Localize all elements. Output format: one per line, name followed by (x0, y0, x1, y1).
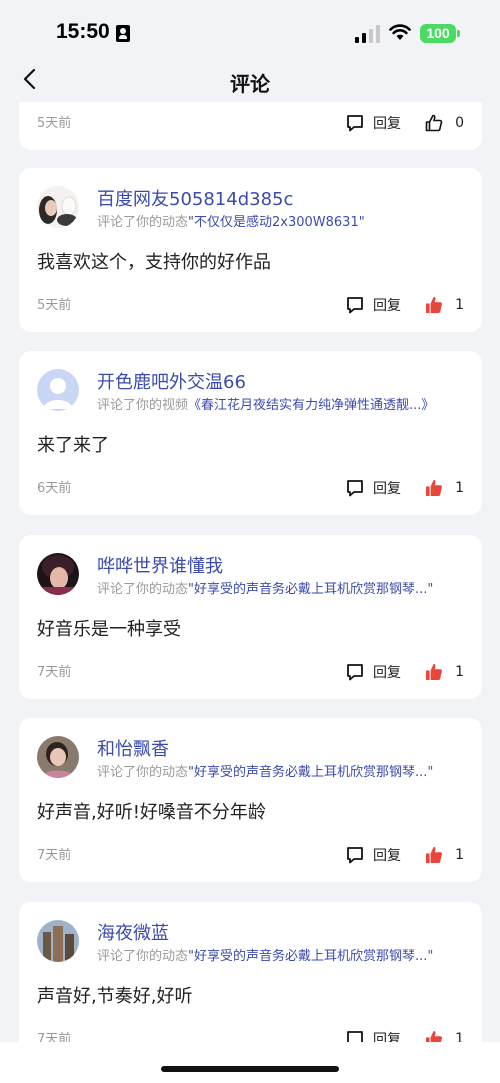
reply-label: 回复 (373, 298, 401, 314)
like-count: 1 (455, 847, 464, 863)
comment-content: 我喜欢这个，支持你的好作品 (37, 252, 271, 273)
avatar-image (37, 920, 79, 962)
like-button[interactable]: 1 (425, 661, 464, 683)
avatar[interactable] (37, 736, 79, 778)
comment-bubble-icon (347, 115, 363, 132)
battery-indicator: 100 (420, 24, 456, 43)
activity-prefix: 评论了你的动态 (97, 949, 189, 964)
comment-content: 好声音,好听!好嗓音不分年龄 (37, 802, 266, 823)
thumbs-up-filled-icon (426, 664, 443, 680)
comment-list[interactable]: 5天前 回复 0 百度网友505814d385c 评论了你的动态"不仅仅是感动2… (0, 102, 500, 1042)
avatar[interactable] (37, 553, 79, 595)
like-count: 1 (455, 297, 464, 313)
activity-line: 评论了你的动态"好享受的声音务必戴上耳机欣赏那钢琴..." (97, 945, 433, 964)
comment-bubble-icon (347, 847, 363, 864)
comment-time: 6天前 (37, 481, 72, 496)
reply-button[interactable]: 回复 (345, 477, 401, 499)
wifi-icon (389, 24, 411, 40)
comment-time: 5天前 (37, 298, 72, 313)
like-count: 1 (455, 1031, 464, 1042)
comment-card: 百度网友505814d385c 评论了你的动态"不仅仅是感动2x300W8631… (19, 168, 482, 332)
reply-label: 回复 (373, 665, 401, 681)
comment-bubble-icon (347, 664, 363, 681)
status-time: 15:50 (56, 20, 110, 43)
activity-prefix: 评论了你的动态 (97, 765, 189, 780)
like-button[interactable]: 1 (425, 294, 464, 316)
activity-prefix: 评论了你的视频 (97, 398, 189, 413)
activity-line: 评论了你的动态"好享受的声音务必戴上耳机欣赏那钢琴..." (97, 578, 433, 597)
reply-label: 回复 (373, 1032, 401, 1042)
username[interactable]: 海夜微蓝 (97, 919, 169, 945)
reply-label: 回复 (373, 848, 401, 864)
comment-time: 7天前 (37, 848, 72, 863)
comment-bubble-icon (347, 480, 363, 497)
nav-bar: 评论 (0, 58, 500, 102)
like-button[interactable]: 1 (425, 1028, 464, 1042)
username[interactable]: 开色鹿吧外交温66 (97, 368, 246, 394)
activity-line: 评论了你的视频《春江花月夜结实有力纯净弹性通透靓...》 (97, 394, 434, 413)
comment-bubble-icon (347, 1031, 363, 1042)
activity-line: 评论了你的动态"不仅仅是感动2x300W8631" (97, 211, 365, 230)
id-card-icon (116, 25, 130, 42)
reply-label: 回复 (373, 116, 401, 132)
comment-card: 哗哗世界谁懂我 评论了你的动态"好享受的声音务必戴上耳机欣赏那钢琴..." 好音… (19, 535, 482, 699)
activity-line: 评论了你的动态"好享受的声音务必戴上耳机欣赏那钢琴..." (97, 761, 433, 780)
bottom-safe-area (0, 1042, 500, 1083)
cellular-signal-icon (355, 25, 381, 43)
like-count: 1 (455, 480, 464, 496)
activity-prefix: 评论了你的动态 (97, 582, 189, 597)
username[interactable]: 百度网友505814d385c (97, 185, 293, 211)
activity-target-link[interactable]: "好享受的声音务必戴上耳机欣赏那钢琴..." (188, 949, 433, 964)
avatar-image (37, 736, 79, 778)
default-avatar-icon (37, 369, 79, 411)
comment-card: 开色鹿吧外交温66 评论了你的视频《春江花月夜结实有力纯净弹性通透靓...》 来… (19, 351, 482, 515)
like-button[interactable]: 0 (425, 112, 464, 134)
battery-tip (457, 30, 460, 37)
status-bar: 15:50 100 (0, 0, 500, 58)
like-button[interactable]: 1 (425, 844, 464, 866)
avatar[interactable] (37, 369, 79, 411)
reply-button[interactable]: 回复 (345, 112, 401, 134)
comment-bubble-icon (347, 297, 363, 314)
thumbs-up-outline-icon (425, 114, 443, 132)
avatar-image (37, 186, 79, 228)
reply-button[interactable]: 回复 (345, 1028, 401, 1042)
comment-card: 海夜微蓝 评论了你的动态"好享受的声音务必戴上耳机欣赏那钢琴..." 声音好,节… (19, 902, 482, 1042)
avatar-image (37, 553, 79, 595)
page-title: 评论 (230, 72, 270, 96)
comment-time: 5天前 (37, 116, 72, 131)
activity-target-link[interactable]: "好享受的声音务必戴上耳机欣赏那钢琴..." (188, 582, 433, 597)
username[interactable]: 和怡飘香 (97, 735, 169, 761)
thumbs-up-filled-icon (426, 297, 443, 313)
activity-target-link[interactable]: 《春江花月夜结实有力纯净弹性通透靓...》 (188, 398, 434, 413)
activity-target-link[interactable]: "不仅仅是感动2x300W8631" (188, 215, 365, 230)
comment-content: 好音乐是一种享受 (37, 619, 181, 640)
like-count: 1 (455, 664, 464, 680)
avatar[interactable] (37, 186, 79, 228)
like-button[interactable]: 1 (425, 477, 464, 499)
comment-content: 来了来了 (37, 435, 109, 456)
comment-time: 7天前 (37, 1032, 72, 1042)
comment-card: 和怡飘香 评论了你的动态"好享受的声音务必戴上耳机欣赏那钢琴..." 好声音,好… (19, 718, 482, 882)
comment-content: 声音好,节奏好,好听 (37, 986, 193, 1007)
comment-time: 7天前 (37, 665, 72, 680)
thumbs-up-filled-icon (426, 1031, 443, 1042)
thumbs-up-filled-icon (426, 480, 443, 496)
thumbs-up-filled-icon (426, 847, 443, 863)
username[interactable]: 哗哗世界谁懂我 (97, 552, 223, 578)
like-count: 0 (455, 115, 464, 131)
comment-card: 5天前 回复 0 (19, 102, 482, 150)
activity-target-link[interactable]: "好享受的声音务必戴上耳机欣赏那钢琴..." (188, 765, 433, 780)
home-indicator[interactable] (161, 1066, 339, 1072)
reply-button[interactable]: 回复 (345, 844, 401, 866)
reply-label: 回复 (373, 481, 401, 497)
reply-button[interactable]: 回复 (345, 294, 401, 316)
avatar[interactable] (37, 920, 79, 962)
activity-prefix: 评论了你的动态 (97, 215, 189, 230)
reply-button[interactable]: 回复 (345, 661, 401, 683)
